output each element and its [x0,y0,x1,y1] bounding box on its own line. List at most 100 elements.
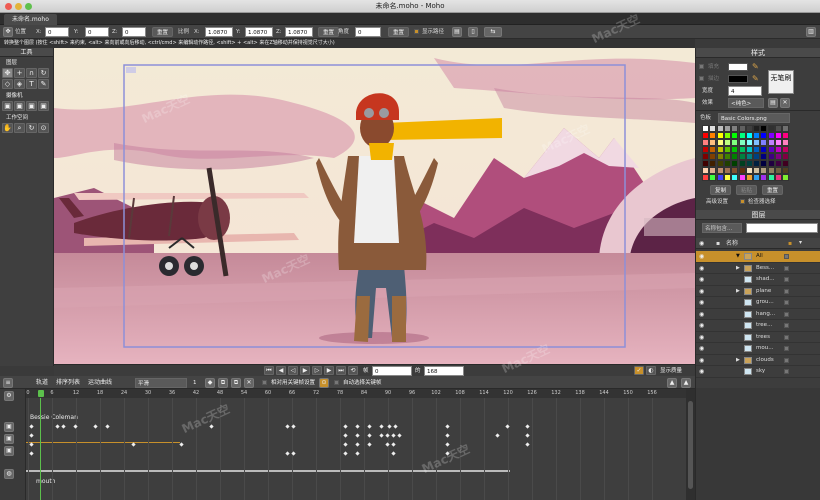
camera-track-icon[interactable]: ▣ [2,101,13,111]
palette-color-swatch[interactable] [767,174,775,181]
palette-color-swatch[interactable] [709,153,717,160]
scale-x-field[interactable]: 1.0870 [205,27,233,37]
layer-checkbox[interactable] [784,334,789,340]
camera-roll-icon[interactable]: ▣ [26,101,37,111]
keyframe[interactable] [343,433,348,438]
step-forward-icon[interactable]: ▶ [324,366,334,375]
palette-color-swatch[interactable] [775,174,782,181]
eye-icon[interactable]: ◉ [699,357,708,364]
eye-icon[interactable]: ◉ [699,276,708,283]
palette-color-swatch[interactable] [760,174,768,181]
scale-z-field[interactable]: 1.0870 [285,27,313,37]
palette-color-swatch[interactable] [753,146,761,153]
auto-select-keys-checkbox[interactable] [334,380,339,385]
effect-edit-icon[interactable]: ▤ [768,98,778,108]
eye-icon[interactable]: ◉ [699,311,708,318]
keyframe[interactable] [355,424,360,429]
palette-color-swatch[interactable] [723,139,731,146]
zoom-out-timeline-icon[interactable]: ▲ [681,378,691,388]
keyframe[interactable] [355,442,360,447]
expand-arrow-icon[interactable]: ▶ [736,355,740,366]
palette-color-swatch[interactable] [702,125,709,132]
lock-icon[interactable]: ⊙ [319,378,329,388]
palette-color-swatch[interactable] [723,132,731,139]
keyframe[interactable] [343,451,348,456]
channel-options-icon[interactable]: ⚙ [4,391,14,401]
layer-row[interactable]: ◉ hang... [696,309,820,320]
palette-color-swatch[interactable] [767,167,775,174]
playhead-marker[interactable] [38,390,44,397]
palette-color-swatch[interactable] [716,153,724,160]
palette-color-swatch[interactable] [745,160,753,167]
fill-checkbox[interactable] [699,64,704,69]
add-point-tool-icon[interactable]: + [14,68,25,78]
palette-color-swatch[interactable] [731,160,739,167]
layer-checkbox[interactable] [784,277,789,282]
palette-color-swatch[interactable] [753,132,761,139]
keyframe[interactable] [445,424,450,429]
palette-color-swatch[interactable] [767,132,775,139]
delete-keys-icon[interactable]: ✕ [244,378,254,388]
palette-color-swatch[interactable] [767,139,775,146]
reset-position-button[interactable]: 重置 [152,27,174,37]
palette-color-swatch[interactable] [731,139,739,146]
layer-checkbox[interactable] [784,369,789,374]
close-window-button[interactable] [5,3,12,10]
tab-channels[interactable]: 轨道 [36,378,48,388]
palette-color-swatch[interactable] [753,160,761,167]
palette-color-swatch[interactable] [738,139,746,146]
canvas-viewport[interactable] [54,48,695,364]
keyframe[interactable] [495,433,500,438]
palette-color-swatch[interactable] [760,167,768,174]
points-channel-icon[interactable]: ◍ [4,469,14,479]
palette-color-swatch[interactable] [716,125,724,132]
palette-color-swatch[interactable] [767,146,775,153]
eye-icon[interactable]: ◉ [699,253,708,260]
palette-color-swatch[interactable] [723,153,731,160]
zoom-in-timeline-icon[interactable]: ▲ [667,378,677,388]
keyframe[interactable] [285,451,290,456]
palette-color-swatch[interactable] [716,132,724,139]
camera-zoom-icon[interactable]: ▣ [14,101,25,111]
layer-row[interactable]: ◉ mou... [696,343,820,355]
copy-style-button[interactable]: 复制 [710,185,732,195]
keyframe[interactable] [291,424,296,429]
keyframe[interactable] [367,424,372,429]
palette-color-swatch[interactable] [775,132,782,139]
palette-color-swatch[interactable] [738,174,746,181]
fill-eyedropper-icon[interactable]: ✎ [752,62,759,71]
palette-color-swatch[interactable] [702,174,709,181]
keyframe[interactable] [445,442,450,447]
palette-color-swatch[interactable] [775,125,782,132]
document-tab[interactable]: 未命名.moho [4,14,57,25]
palette-color-swatch[interactable] [782,132,790,139]
width-field[interactable]: 4 [728,86,762,96]
layer-checkbox[interactable] [784,288,789,294]
palette-color-swatch[interactable] [753,139,761,146]
palette-color-swatch[interactable] [723,160,731,167]
palette-color-swatch[interactable] [723,167,731,174]
palette-color-swatch[interactable] [753,167,761,174]
palette-color-swatch[interactable] [709,125,717,132]
layer-checkbox[interactable] [784,300,789,305]
show-path-checkbox[interactable] [414,29,419,34]
fill-tool-icon[interactable]: ◈ [14,79,25,89]
keyframe[interactable] [29,451,34,456]
palette-color-swatch[interactable] [731,153,739,160]
inspector-checkbox[interactable] [740,199,745,204]
layer-row[interactable]: ◉ ▶ plane [696,286,820,297]
keyframe[interactable] [105,424,110,429]
position-z-field[interactable]: 0 [122,27,146,37]
reset-style-button[interactable]: 重置 [762,185,784,195]
keyframe[interactable] [29,442,34,447]
palette-color-swatch[interactable] [702,146,709,153]
palette-color-swatch[interactable] [775,153,782,160]
timeline-menu-icon[interactable]: ≡ [3,378,13,388]
palette-color-swatch[interactable] [702,160,709,167]
rewind-icon[interactable]: ⏮ [264,366,274,375]
minimize-window-button[interactable] [15,3,22,10]
fill-color-swatch[interactable] [728,63,748,71]
keyframe[interactable] [285,424,290,429]
onion-skin-icon[interactable]: ✓ [634,366,644,375]
palette-color-swatch[interactable] [723,125,731,132]
